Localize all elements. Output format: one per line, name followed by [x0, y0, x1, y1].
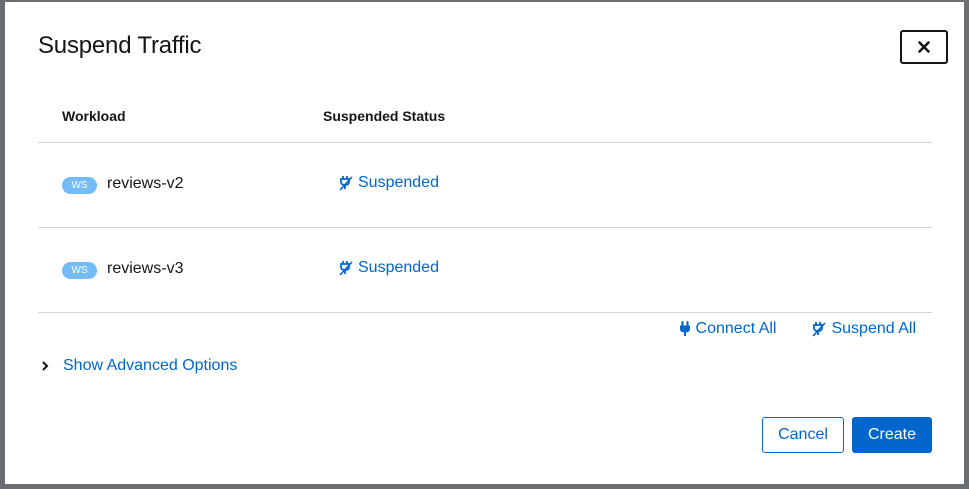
- status-label: Suspended: [358, 259, 439, 276]
- table-header: Workload Suspended Status: [38, 94, 932, 143]
- suspend-all-link[interactable]: Suspend All: [812, 320, 916, 338]
- workload-name: reviews-v2: [107, 175, 184, 192]
- show-advanced-options-label: Show Advanced Options: [63, 357, 238, 374]
- chevron-right-icon: [41, 361, 49, 371]
- unplugged-icon: [812, 321, 827, 337]
- create-button[interactable]: Create: [852, 417, 932, 453]
- workload-name: reviews-v3: [107, 260, 184, 277]
- column-header-suspended-status: Suspended Status: [323, 108, 446, 124]
- suspend-all-label: Suspend All: [831, 320, 916, 337]
- workload-badge: WS: [62, 262, 97, 279]
- show-advanced-options-toggle[interactable]: Show Advanced Options: [41, 357, 237, 375]
- suspend-traffic-modal: Suspend Traffic Workload Suspended Statu…: [5, 2, 964, 484]
- unplugged-icon: [339, 175, 353, 191]
- table-row: WS reviews-v3 Suspended: [38, 228, 932, 313]
- workload-table: Workload Suspended Status WS reviews-v2 …: [38, 94, 932, 313]
- status-label: Suspended: [358, 174, 439, 191]
- status-toggle-link[interactable]: Suspended: [339, 174, 439, 192]
- cancel-button[interactable]: Cancel: [762, 417, 844, 453]
- workload-badge: WS: [62, 177, 97, 194]
- modal-title: Suspend Traffic: [38, 32, 202, 59]
- connect-all-label: Connect All: [695, 320, 777, 337]
- close-button[interactable]: [900, 30, 948, 64]
- bulk-actions: Connect All Suspend All: [679, 320, 916, 338]
- status-toggle-link[interactable]: Suspended: [339, 259, 439, 277]
- close-icon: [918, 41, 930, 53]
- connect-all-link[interactable]: Connect All: [679, 320, 777, 338]
- column-header-workload: Workload: [62, 108, 126, 124]
- table-row: WS reviews-v2 Suspended: [38, 143, 932, 228]
- unplugged-icon: [339, 260, 353, 276]
- plug-icon: [679, 321, 691, 337]
